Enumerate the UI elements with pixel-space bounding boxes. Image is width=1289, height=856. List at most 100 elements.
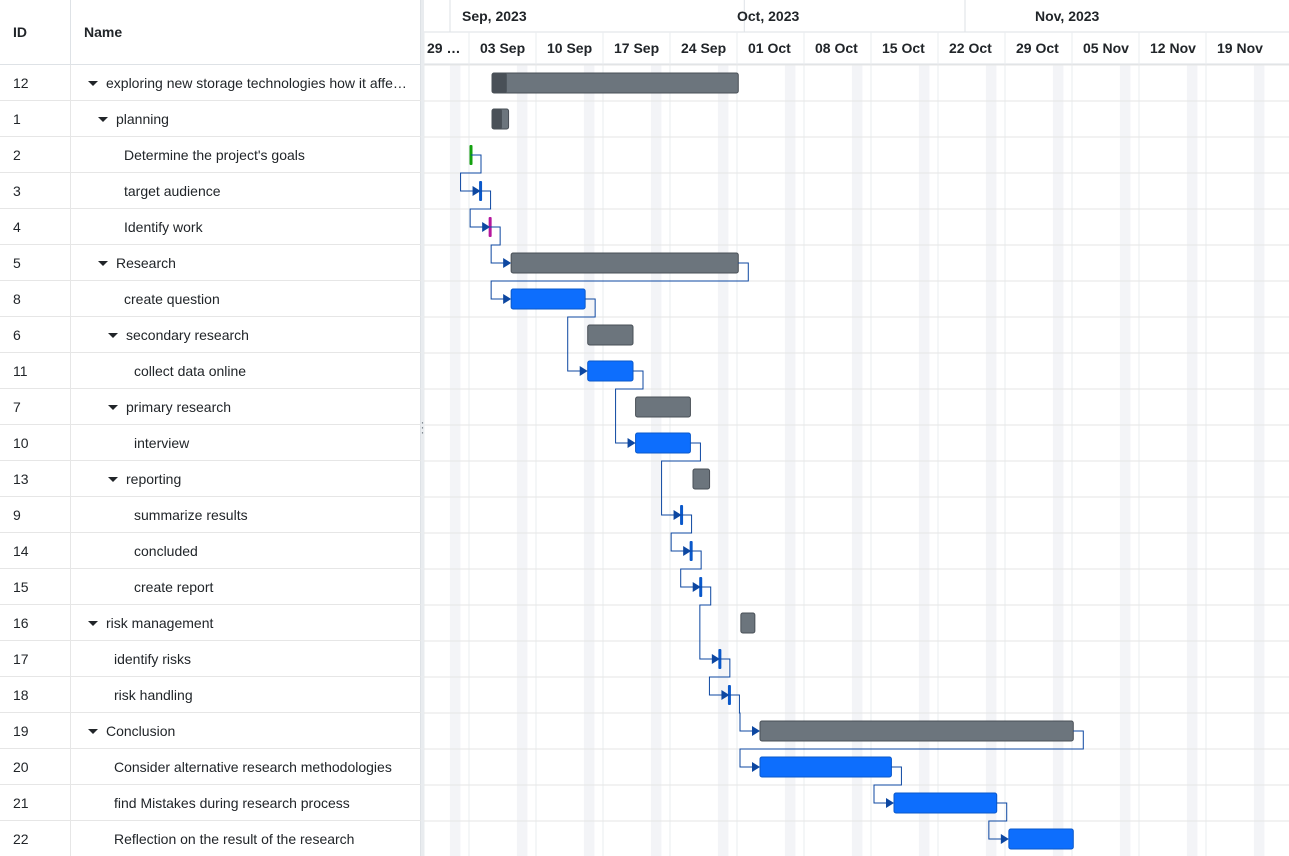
table-row[interactable]: 12 exploring new storage technologies how… [0,65,421,101]
task-name-label: summarize results [134,507,248,523]
table-row[interactable]: 1 planning [0,101,421,137]
table-row[interactable]: 4 Identify work [0,209,421,245]
week-label: 03 Sep [480,40,525,56]
row-id-cell: 18 [0,677,71,713]
weekend-column [449,64,461,856]
expand-caret-icon[interactable] [88,80,98,86]
week-label: 17 Sep [614,40,659,56]
row-name-cell: exploring new storage technologies how i… [71,65,421,101]
table-row[interactable]: 10 interview [0,425,421,461]
row-name-cell: identify risks [71,641,421,677]
row-name-cell: target audience [71,173,421,209]
row-name-cell: create report [71,569,421,605]
table-row[interactable]: 18 risk handling [0,677,421,713]
row-name-cell: primary research [71,389,421,425]
task-name-label: primary research [126,399,232,415]
row-id-cell: 17 [0,641,71,677]
task-name-label: Reflection on the result of the research [114,831,355,847]
row-name-cell: create question [71,281,421,317]
summary-bar [740,612,756,634]
task-name-label: create question [124,291,220,307]
task-name-label: Identify work [124,219,203,235]
table-row[interactable]: 9 summarize results [0,497,421,533]
gantt-timeline-svg: Sep, 2023 Oct, 2023 Nov, 2023 29 … 03 Sep 10 … [424,0,1289,856]
task-name-label: find Mistakes during research process [114,795,350,811]
table-row[interactable]: 20 Consider alternative research methodol… [0,749,421,785]
expand-caret-icon[interactable] [108,404,118,410]
week-label: 10 Sep [547,40,592,56]
expand-caret-icon[interactable] [98,116,108,122]
table-row[interactable]: 2 Determine the project's goals [0,137,421,173]
table-row[interactable]: 6 secondary research [0,317,421,353]
task-bar [759,756,892,778]
row-id-cell: 14 [0,533,71,569]
summary-bar [510,252,739,274]
table-row[interactable]: 8 create question [0,281,421,317]
table-row[interactable]: 17 identify risks [0,641,421,677]
week-label: 22 Oct [949,40,992,56]
table-row[interactable]: 5 Research [0,245,421,281]
task-name-label: Conclusion [106,723,176,739]
task-name-label: Consider alternative research methodolog… [114,759,392,775]
expand-caret-icon[interactable] [88,620,98,626]
task-grid: ID Name 12 exploring new storage technolo… [0,0,421,856]
week-label: 05 Nov [1083,40,1129,56]
task-name-label: exploring new storage technologies how i… [106,75,407,91]
connector-arrow-icon [752,762,760,772]
month-label: Sep, 2023 [462,8,527,24]
row-name-cell: Determine the project's goals [71,137,421,173]
table-row[interactable]: 22 Reflection on the result of the resear… [0,821,421,856]
row-id-cell: 21 [0,785,71,821]
summary-bar [692,468,711,490]
table-row[interactable]: 21 find Mistakes during research process [0,785,421,821]
task-name-label: risk management [106,615,214,631]
connector-arrow-icon [627,438,636,448]
table-row[interactable]: 7 primary research [0,389,421,425]
summary-bar [759,720,1074,742]
row-id-cell: 16 [0,605,71,641]
task-name-label: create report [134,579,214,595]
table-row[interactable]: 16 risk management [0,605,421,641]
row-id-cell: 11 [0,353,71,389]
task-name-label: secondary research [126,327,249,343]
task-bar [587,360,634,382]
row-name-cell: Research [71,245,421,281]
week-label: 24 Sep [681,40,726,56]
task-name-label: reporting [126,471,182,487]
table-row[interactable]: 19 Conclusion [0,713,421,749]
connector-arrow-icon [503,258,512,268]
row-name-cell: reporting [71,461,421,497]
week-label: 19 Nov [1217,40,1263,56]
expand-caret-icon[interactable] [108,476,118,482]
row-id-cell: 5 [0,245,71,281]
task-name-label: collect data online [134,363,247,379]
weekend-column [650,64,662,856]
gantt-chart: Sep, 2023 Oct, 2023 Nov, 2023 29 … 03 Sep 10 … [424,0,1289,856]
column-header-id[interactable]: ID [0,0,71,64]
row-id-cell: 3 [0,173,71,209]
task-name-label: planning [116,111,169,127]
table-row[interactable]: 13 reporting [0,461,421,497]
expand-caret-icon[interactable] [108,332,118,338]
row-name-cell: risk handling [71,677,421,713]
task-name-label: concluded [134,543,198,559]
expand-caret-icon[interactable] [88,728,98,734]
row-id-cell: 6 [0,317,71,353]
expand-caret-icon[interactable] [98,260,108,266]
weekend-column [1119,64,1131,856]
table-row[interactable]: 14 concluded [0,533,421,569]
table-row[interactable]: 15 create report [0,569,421,605]
task-name-label: Determine the project's goals [124,147,305,163]
row-name-cell: concluded [71,533,421,569]
task-bar [510,288,586,310]
row-name-cell: find Mistakes during research process [71,785,421,821]
table-row[interactable]: 11 collect data online [0,353,421,389]
week-label: 15 Oct [882,40,925,56]
row-id-cell: 4 [0,209,71,245]
column-header-name[interactable]: Name [71,0,421,64]
week-label: 29 … [427,40,460,56]
task-bar [1008,828,1074,850]
table-row[interactable]: 3 target audience [0,173,421,209]
weekend-column [717,64,729,856]
row-id-cell: 2 [0,137,71,173]
